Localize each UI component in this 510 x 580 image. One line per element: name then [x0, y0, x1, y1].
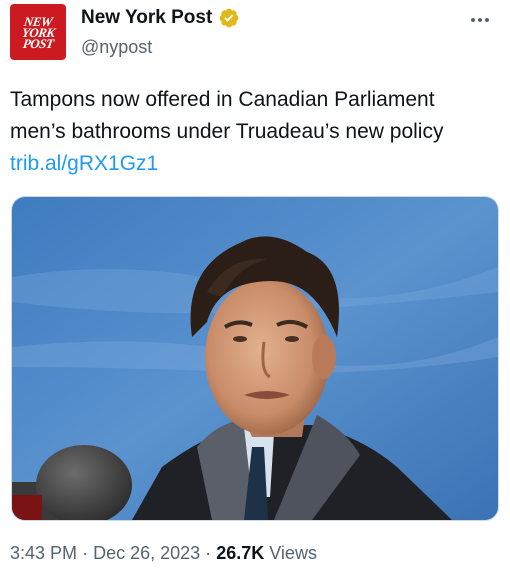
account-name[interactable]: New York Post: [81, 7, 212, 29]
photo-illustration: [12, 197, 498, 520]
account-handle[interactable]: @nypost: [81, 37, 152, 58]
tweet-meta: 3:43 PM · Dec 26, 2023 · 26.7K Views: [10, 543, 317, 564]
tweet-text-line2: men’s bathrooms under Truadeau’s new pol…: [10, 120, 444, 143]
avatar-text-line3: POST: [21, 35, 55, 51]
meta-separator-2: ·: [205, 543, 212, 563]
face: [205, 279, 329, 435]
views-label: Views: [269, 543, 317, 563]
avatar[interactable]: NEW YORK POST: [10, 4, 66, 60]
tweet-time[interactable]: 3:43 PM: [10, 543, 77, 563]
more-horizontal-icon[interactable]: [468, 8, 492, 32]
verified-badge-icon: [219, 8, 239, 28]
views-count[interactable]: 26.7K: [216, 543, 264, 563]
tweet-link[interactable]: trib.al/gRX1Gz1: [10, 152, 158, 175]
tweet-date[interactable]: Dec 26, 2023: [93, 543, 200, 563]
tweet-photo[interactable]: [11, 196, 499, 521]
tweet-text: Tampons now offered in Canadian Parliame…: [10, 84, 500, 180]
tweet-header: NEW YORK POST New York Post @nypost: [10, 2, 500, 64]
meta-separator-1: ·: [82, 543, 89, 563]
tweet-text-line1: Tampons now offered in Canadian Parliame…: [10, 88, 435, 111]
account-name-row: New York Post: [81, 7, 240, 29]
